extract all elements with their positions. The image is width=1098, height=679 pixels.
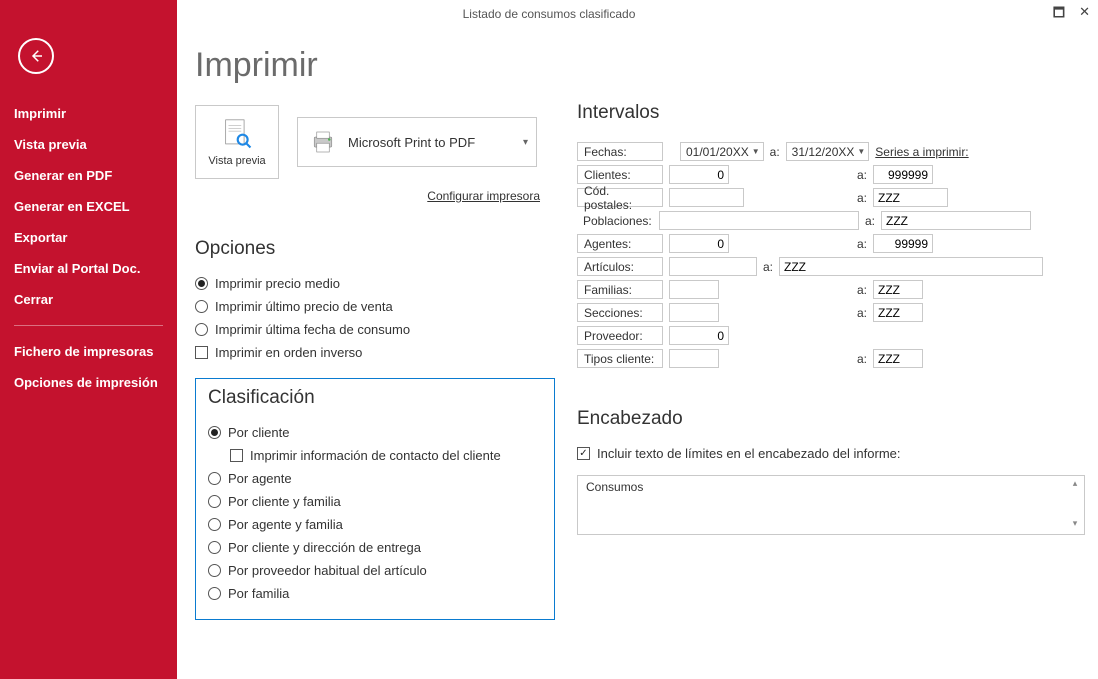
clasif-por-familia[interactable]: Por familia bbox=[208, 582, 542, 605]
maximize-icon[interactable]: 🗖 bbox=[1053, 4, 1065, 26]
clientes-label: Clientes: bbox=[577, 165, 663, 184]
poblaciones-label: Poblaciones: bbox=[577, 211, 653, 230]
radio-icon bbox=[195, 323, 208, 336]
opciones-heading: Opciones bbox=[195, 238, 555, 260]
sidebar-item-fichero[interactable]: Fichero de impresoras bbox=[0, 336, 177, 367]
printer-select[interactable]: Microsoft Print to PDF ▾ bbox=[297, 117, 537, 167]
page-title: Imprimir bbox=[195, 46, 1078, 85]
sidebar-divider bbox=[14, 325, 163, 326]
proveedor-label: Proveedor: bbox=[577, 326, 663, 345]
clasif-por-agente[interactable]: Por agente bbox=[208, 467, 542, 490]
configure-printer-link[interactable]: Configurar impresora bbox=[195, 189, 540, 203]
vista-previa-button[interactable]: Vista previa bbox=[195, 105, 279, 179]
radio-icon bbox=[195, 300, 208, 313]
back-button[interactable] bbox=[18, 38, 54, 74]
sidebar-item-imprimir[interactable]: Imprimir bbox=[0, 98, 177, 129]
secciones-label: Secciones: bbox=[577, 303, 663, 322]
radio-icon bbox=[208, 518, 221, 531]
encabezado-textarea[interactable]: Consumos ▴ ▾ bbox=[577, 475, 1085, 535]
familias-label: Familias: bbox=[577, 280, 663, 299]
chevron-down-icon: ▾ bbox=[523, 137, 528, 148]
fechas-label: Fechas: bbox=[577, 142, 663, 161]
codpost-from-input[interactable] bbox=[669, 188, 744, 207]
clasif-por-cliente-familia[interactable]: Por cliente y familia bbox=[208, 490, 542, 513]
series-imprimir-link[interactable]: Series a imprimir: bbox=[875, 145, 968, 159]
tipos-to-input[interactable] bbox=[873, 349, 923, 368]
checkbox-icon bbox=[577, 447, 590, 460]
window-title: Listado de consumos clasificado bbox=[463, 7, 636, 21]
scroll-up-icon[interactable]: ▴ bbox=[1068, 478, 1082, 492]
radio-icon bbox=[208, 564, 221, 577]
agentes-from-input[interactable] bbox=[669, 234, 729, 253]
preview-label: Vista previa bbox=[208, 155, 265, 167]
clientes-from-input[interactable] bbox=[669, 165, 729, 184]
sidebar-item-opciones[interactable]: Opciones de impresión bbox=[0, 367, 177, 398]
codpost-label: Cód. postales: bbox=[577, 188, 663, 207]
close-icon[interactable]: ✕ bbox=[1079, 4, 1090, 26]
clasif-por-cliente[interactable]: Por cliente bbox=[208, 421, 542, 444]
tipos-label: Tipos cliente: bbox=[577, 349, 663, 368]
clasificacion-box: Clasificación Por cliente Imprimir infor… bbox=[195, 378, 555, 620]
secciones-from-input[interactable] bbox=[669, 303, 719, 322]
chevron-down-icon: ▼ bbox=[857, 147, 865, 156]
poblaciones-from-input[interactable] bbox=[659, 211, 859, 230]
sidebar-item-exportar[interactable]: Exportar bbox=[0, 222, 177, 253]
scroll-down-icon[interactable]: ▾ bbox=[1068, 518, 1082, 532]
familias-from-input[interactable] bbox=[669, 280, 719, 299]
secciones-to-input[interactable] bbox=[873, 303, 923, 322]
agentes-label: Agentes: bbox=[577, 234, 663, 253]
articulos-to-input[interactable] bbox=[779, 257, 1043, 276]
fecha-from-input[interactable]: 01/01/20XX ▼ bbox=[680, 142, 764, 161]
printer-icon bbox=[308, 127, 338, 157]
intervalos-heading: Intervalos bbox=[577, 102, 1087, 124]
incluir-limites-check[interactable]: Incluir texto de límites en el encabezad… bbox=[577, 442, 1087, 465]
radio-icon bbox=[208, 587, 221, 600]
preview-page-icon bbox=[220, 117, 254, 151]
articulos-label: Artículos: bbox=[577, 257, 663, 276]
sidebar-item-cerrar[interactable]: Cerrar bbox=[0, 284, 177, 315]
opcion-ultimo-precio[interactable]: Imprimir último precio de venta bbox=[195, 295, 555, 318]
encabezado-heading: Encabezado bbox=[577, 408, 1087, 430]
arrow-left-icon bbox=[27, 47, 45, 65]
sidebar-item-portal[interactable]: Enviar al Portal Doc. bbox=[0, 253, 177, 284]
opcion-ultima-fecha[interactable]: Imprimir última fecha de consumo bbox=[195, 318, 555, 341]
radio-icon bbox=[208, 472, 221, 485]
clientes-to-input[interactable] bbox=[873, 165, 933, 184]
sidebar-item-pdf[interactable]: Generar en PDF bbox=[0, 160, 177, 191]
fecha-to-input[interactable]: 31/12/20XX ▼ bbox=[786, 142, 870, 161]
clasif-por-cliente-direccion[interactable]: Por cliente y dirección de entrega bbox=[208, 536, 542, 559]
checkbox-icon bbox=[230, 449, 243, 462]
poblaciones-to-input[interactable] bbox=[881, 211, 1031, 230]
checkbox-icon bbox=[195, 346, 208, 359]
tipos-from-input[interactable] bbox=[669, 349, 719, 368]
clasif-info-contacto[interactable]: Imprimir información de contacto del cli… bbox=[230, 444, 542, 467]
articulos-from-input[interactable] bbox=[669, 257, 757, 276]
clasif-por-agente-familia[interactable]: Por agente y familia bbox=[208, 513, 542, 536]
sidebar-item-vista-previa[interactable]: Vista previa bbox=[0, 129, 177, 160]
opcion-precio-medio[interactable]: Imprimir precio medio bbox=[195, 272, 555, 295]
printer-name: Microsoft Print to PDF bbox=[348, 135, 475, 150]
radio-icon bbox=[208, 426, 221, 439]
radio-icon bbox=[208, 541, 221, 554]
agentes-to-input[interactable] bbox=[873, 234, 933, 253]
clasif-por-proveedor[interactable]: Por proveedor habitual del artículo bbox=[208, 559, 542, 582]
chevron-down-icon: ▼ bbox=[752, 147, 760, 156]
radio-icon bbox=[208, 495, 221, 508]
radio-icon bbox=[195, 277, 208, 290]
sidebar-item-excel[interactable]: Generar en EXCEL bbox=[0, 191, 177, 222]
proveedor-from-input[interactable] bbox=[669, 326, 729, 345]
familias-to-input[interactable] bbox=[873, 280, 923, 299]
sidebar: Imprimir Vista previa Generar en PDF Gen… bbox=[0, 0, 177, 679]
clasificacion-heading: Clasificación bbox=[208, 387, 542, 409]
codpost-to-input[interactable] bbox=[873, 188, 948, 207]
opcion-orden-inverso[interactable]: Imprimir en orden inverso bbox=[195, 341, 555, 364]
